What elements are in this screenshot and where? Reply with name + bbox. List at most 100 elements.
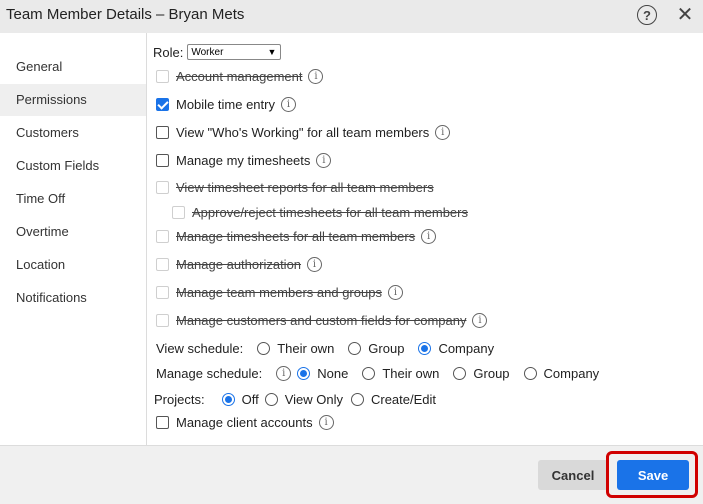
checkbox-manage-team-members[interactable] — [156, 286, 169, 299]
radio-button[interactable] — [362, 367, 376, 380]
radio-button[interactable] — [297, 367, 311, 380]
perm-label: Manage my timesheets — [176, 153, 311, 168]
checkbox-approve-reject-timesheets[interactable] — [172, 206, 185, 219]
manage-schedule-row: Manage schedule: i None Their own Group … — [156, 366, 599, 381]
projects-row: Projects: Off View Only Create/Edit — [154, 392, 436, 407]
perm-label: Manage team members and groups — [176, 285, 382, 300]
option-label: Company — [438, 341, 495, 356]
info-icon[interactable]: i — [318, 415, 334, 430]
view-schedule-label: View schedule: — [156, 341, 244, 356]
option-label: Group — [473, 366, 510, 381]
projects-off[interactable]: Off — [221, 392, 259, 407]
view-schedule-row: View schedule: Their own Group Company — [156, 341, 494, 356]
checkbox-manage-customers[interactable] — [156, 314, 169, 327]
perm-label: Mobile time entry — [176, 97, 275, 112]
radio-button[interactable] — [221, 393, 235, 406]
perm-label: Manage authorization — [176, 257, 302, 272]
info-icon[interactable]: i — [472, 313, 488, 328]
sidebar-item-notifications[interactable]: Notifications — [0, 282, 146, 314]
sidebar-item-general[interactable]: General — [0, 51, 146, 83]
view-schedule-company[interactable]: Company — [418, 341, 494, 356]
manage-schedule-company[interactable]: Company — [523, 366, 600, 381]
checkbox-account-management[interactable] — [156, 70, 169, 83]
option-label: Their own — [382, 366, 440, 381]
radio-button[interactable] — [348, 342, 362, 355]
radio-button[interactable] — [523, 367, 537, 380]
view-schedule-their-own[interactable]: Their own — [257, 341, 334, 356]
close-icon[interactable]: ✕ — [674, 3, 696, 26]
perm-manage-timesheets-all: Manage timesheets for all team members i — [156, 229, 437, 244]
perm-manage-authorization: Manage authorization i — [156, 257, 323, 272]
projects-create-edit[interactable]: Create/Edit — [350, 392, 437, 407]
perm-approve-reject-timesheets: Approve/reject timesheets for all team m… — [172, 205, 468, 220]
radio-button[interactable] — [453, 367, 467, 380]
info-icon[interactable]: i — [280, 97, 296, 112]
manage-schedule-label: Manage schedule: — [156, 366, 263, 381]
option-label: View Only — [284, 392, 343, 407]
checkbox-manage-my-timesheets[interactable] — [156, 154, 169, 167]
option-label: Create/Edit — [370, 392, 437, 407]
option-label: Company — [543, 366, 600, 381]
sidebar-item-permissions[interactable]: Permissions — [0, 84, 146, 116]
info-icon[interactable]: i — [421, 229, 437, 244]
sidebar-item-overtime[interactable]: Overtime — [0, 216, 146, 248]
option-label: Group — [368, 341, 405, 356]
role-row: Role: Worker ▼ — [153, 44, 282, 60]
radio-button[interactable] — [264, 393, 278, 406]
perm-mobile-time-entry: Mobile time entry i — [156, 97, 296, 112]
save-button[interactable]: Save — [617, 460, 689, 490]
role-select[interactable]: Worker ▼ — [187, 44, 282, 60]
perm-label: Manage client accounts — [176, 415, 313, 430]
perm-label: Manage customers and custom fields for c… — [176, 313, 467, 328]
info-icon[interactable]: i — [308, 69, 324, 84]
option-label: Off — [241, 392, 259, 407]
info-icon[interactable]: i — [316, 153, 332, 168]
dialog-titlebar: Team Member Details – Bryan Mets ? ✕ — [0, 0, 703, 33]
sidebar-nav: General Permissions Customers Custom Fie… — [0, 33, 147, 445]
sidebar-item-customers[interactable]: Customers — [0, 117, 146, 149]
manage-schedule-their-own[interactable]: Their own — [362, 366, 439, 381]
chevron-down-icon: ▼ — [267, 47, 277, 57]
perm-manage-my-timesheets: Manage my timesheets i — [156, 153, 332, 168]
perm-account-management: Account management i — [156, 69, 324, 84]
perm-label: Account management — [176, 69, 303, 84]
dialog-title: Team Member Details – Bryan Mets — [6, 6, 245, 23]
checkbox-view-whos-working[interactable] — [156, 126, 169, 139]
projects-label: Projects: — [154, 392, 205, 407]
permissions-panel: Role: Worker ▼ Account management i Mobi… — [148, 33, 703, 445]
perm-label: Approve/reject timesheets for all team m… — [192, 205, 468, 220]
info-icon[interactable]: i — [387, 285, 403, 300]
perm-manage-client-accounts: Manage client accounts i — [156, 415, 334, 430]
checkbox-manage-client-accounts[interactable] — [156, 416, 169, 429]
manage-schedule-group[interactable]: Group — [453, 366, 510, 381]
perm-label: View timesheet reports for all team memb… — [176, 180, 434, 195]
radio-button[interactable] — [257, 342, 271, 355]
manage-schedule-none[interactable]: None — [297, 366, 348, 381]
perm-manage-customers: Manage customers and custom fields for c… — [156, 313, 488, 328]
sidebar-item-location[interactable]: Location — [0, 249, 146, 281]
cancel-button[interactable]: Cancel — [538, 460, 608, 490]
perm-label: Manage timesheets for all team members — [176, 229, 416, 244]
checkbox-manage-timesheets-all[interactable] — [156, 230, 169, 243]
perm-view-whos-working: View "Who's Working" for all team member… — [156, 125, 451, 140]
radio-button[interactable] — [350, 393, 364, 406]
perm-manage-team-members: Manage team members and groups i — [156, 285, 403, 300]
option-label: Their own — [277, 341, 335, 356]
role-select-value: Worker — [191, 46, 224, 58]
checkbox-manage-authorization[interactable] — [156, 258, 169, 271]
radio-button[interactable] — [418, 342, 432, 355]
option-label: None — [317, 366, 349, 381]
sidebar-item-custom-fields[interactable]: Custom Fields — [0, 150, 146, 182]
role-label: Role: — [153, 44, 184, 60]
info-icon[interactable]: i — [276, 366, 292, 381]
help-icon[interactable]: ? — [637, 5, 657, 25]
checkbox-mobile-time-entry[interactable] — [156, 98, 169, 111]
sidebar-item-time-off[interactable]: Time Off — [0, 183, 146, 215]
info-icon[interactable]: i — [435, 125, 451, 140]
view-schedule-group[interactable]: Group — [348, 341, 404, 356]
info-icon[interactable]: i — [307, 257, 323, 272]
perm-label: View "Who's Working" for all team member… — [176, 125, 430, 140]
checkbox-view-timesheet-reports[interactable] — [156, 181, 169, 194]
projects-view-only[interactable]: View Only — [264, 392, 343, 407]
perm-view-timesheet-reports: View timesheet reports for all team memb… — [156, 180, 434, 195]
